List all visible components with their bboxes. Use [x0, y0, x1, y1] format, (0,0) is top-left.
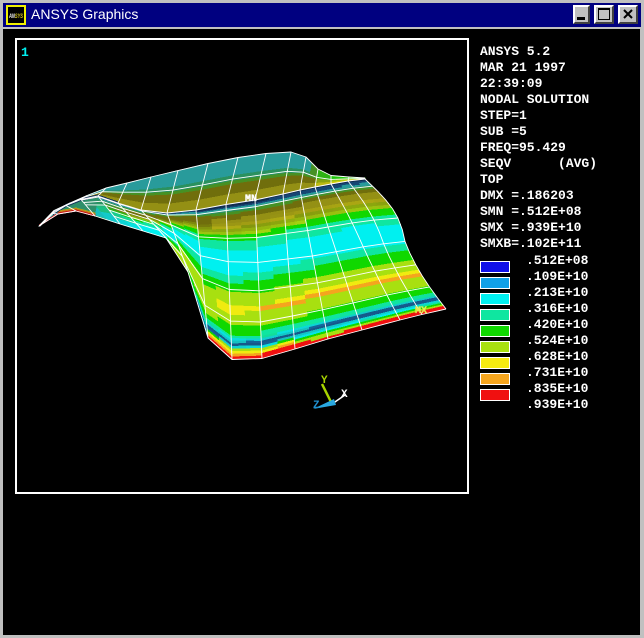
svg-text:Z: Z — [313, 400, 320, 412]
svg-text:ANSYS: ANSYS — [8, 13, 23, 20]
svg-text:MX: MX — [415, 306, 427, 317]
svg-text:Y: Y — [321, 375, 328, 387]
svg-text:MN: MN — [245, 194, 257, 205]
svg-text:X: X — [341, 389, 348, 401]
